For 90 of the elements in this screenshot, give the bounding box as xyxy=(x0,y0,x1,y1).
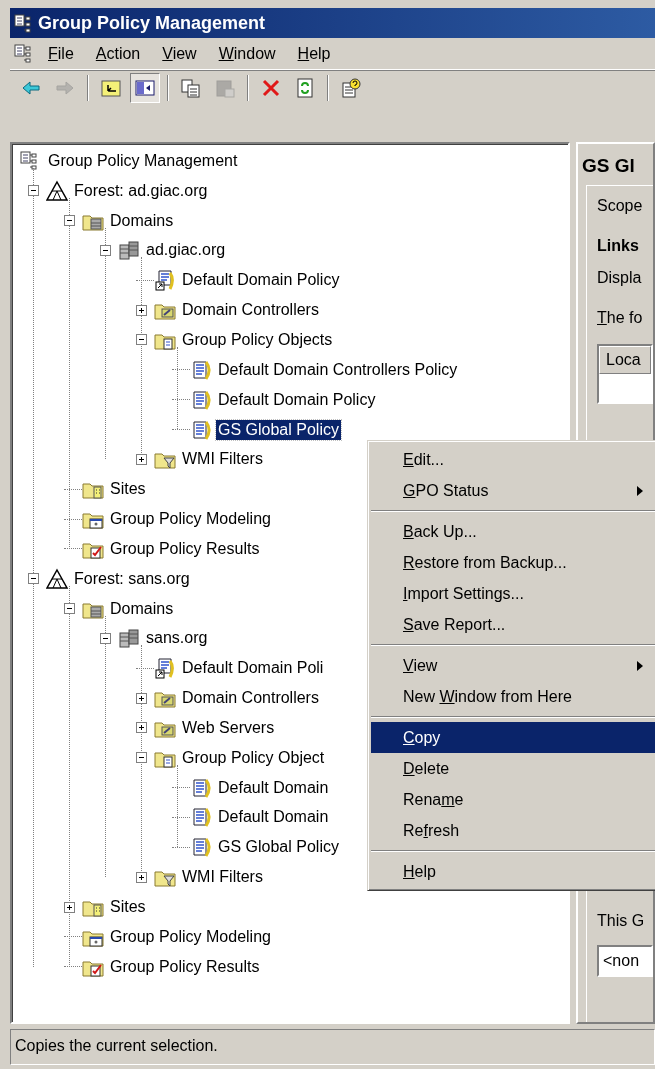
expand-toggle[interactable] xyxy=(136,722,147,734)
console-tree-icon xyxy=(14,42,34,65)
menu-item[interactable]: Edit... xyxy=(371,444,655,475)
copy-icon xyxy=(180,76,202,99)
menu-item[interactable]: Action xyxy=(87,39,149,68)
menu-item[interactable]: GPO Status xyxy=(371,475,655,506)
menu-item[interactable]: Copy xyxy=(371,722,655,753)
tree-item[interactable]: GS Global Policy xyxy=(216,419,341,440)
expand-toggle[interactable] xyxy=(100,244,111,256)
menu-item[interactable]: Refresh xyxy=(371,815,655,846)
expand-toggle[interactable] xyxy=(136,453,147,465)
tree-item[interactable]: Domains xyxy=(108,598,176,619)
server-icon xyxy=(118,239,140,262)
expand-toggle[interactable] xyxy=(136,334,147,346)
tree-item[interactable]: Group Policy Modeling xyxy=(108,509,273,530)
toolbar-button[interactable] xyxy=(130,72,160,103)
list-label: The fo xyxy=(597,307,644,328)
tree-item[interactable]: Default Domain Policy xyxy=(216,389,378,410)
menu-item[interactable]: Restore from Backup... xyxy=(371,547,655,578)
tree-item[interactable]: Default Domain Policy xyxy=(180,270,342,291)
tree-item[interactable]: Web Servers xyxy=(180,717,277,738)
menu-item[interactable]: Import Settings... xyxy=(371,578,655,609)
scroll-icon xyxy=(190,806,212,829)
menu-item[interactable]: File xyxy=(40,39,82,68)
tree-item[interactable]: ad.giac.org xyxy=(144,240,228,261)
field-label: This G xyxy=(597,910,646,931)
tree-item[interactable]: Domain Controllers xyxy=(180,300,321,321)
submenu-arrow-icon xyxy=(637,660,643,671)
console-tree-icon xyxy=(14,13,34,33)
tree-item[interactable]: Domains xyxy=(108,210,176,231)
refresh-icon xyxy=(294,76,316,99)
section-heading: Links xyxy=(597,235,640,256)
tree-item[interactable]: Sites xyxy=(108,479,148,500)
tree-item[interactable]: Domain Controllers xyxy=(180,688,321,709)
expand-toggle[interactable] xyxy=(100,632,111,644)
tree-item[interactable]: Group Policy Results xyxy=(108,956,262,977)
triangle-icon xyxy=(46,567,68,590)
tree-item[interactable]: Default Domain xyxy=(216,777,331,798)
dropdown-field[interactable]: <non xyxy=(597,944,653,977)
expand-toggle[interactable] xyxy=(136,304,147,316)
expand-toggle[interactable] xyxy=(28,185,39,197)
tree-item[interactable]: Default Domain xyxy=(216,807,331,828)
menu-item[interactable]: Window xyxy=(210,39,284,68)
pane-title: GS Gl xyxy=(582,154,636,178)
menu-item[interactable]: Delete xyxy=(371,753,655,784)
tree-item[interactable]: Group Policy Modeling xyxy=(108,926,273,947)
tree-item[interactable]: Group Policy Objects xyxy=(180,330,335,350)
expand-toggle[interactable] xyxy=(64,603,75,615)
tree-item[interactable]: Group Policy Object xyxy=(180,747,327,768)
expand-toggle[interactable] xyxy=(64,215,75,227)
tree-item[interactable]: WMI Filters xyxy=(180,867,265,888)
description-text: Displa xyxy=(597,267,643,288)
menu-item[interactable]: Save Report... xyxy=(371,609,655,640)
menu-item[interactable]: Back Up... xyxy=(371,516,655,547)
scroll-icon xyxy=(190,418,212,441)
tree-item[interactable]: sans.org xyxy=(144,628,210,649)
expand-toggle[interactable] xyxy=(136,692,147,704)
status-bar: Copies the current selection. xyxy=(10,1029,655,1065)
submenu-arrow-icon xyxy=(637,485,643,496)
tree-item[interactable]: Forest: ad.giac.org xyxy=(72,180,210,201)
scroll-icon xyxy=(190,388,212,411)
expand-toggle[interactable] xyxy=(28,573,39,585)
menu-item[interactable]: New Window from Here xyxy=(371,681,655,712)
column-header[interactable]: Loca xyxy=(599,345,651,374)
expand-toggle[interactable] xyxy=(136,871,147,883)
menu-item[interactable]: Rename xyxy=(371,784,655,815)
window-title: Group Policy Management xyxy=(38,11,266,35)
triangle-icon xyxy=(46,179,68,202)
expand-toggle[interactable] xyxy=(64,901,75,913)
scroll-icon xyxy=(190,358,212,381)
tree-item[interactable]: Group Policy Results xyxy=(108,538,262,559)
scroll-icon xyxy=(154,269,176,292)
scroll-icon xyxy=(154,657,176,680)
server-icon xyxy=(118,627,140,650)
help-icon xyxy=(340,76,362,99)
menu-item[interactable]: View xyxy=(154,39,205,68)
menu-item[interactable]: View xyxy=(371,650,655,681)
menu-item[interactable]: Help xyxy=(371,856,655,887)
tree-item[interactable]: WMI Filters xyxy=(180,449,265,470)
tree-item[interactable]: Forest: sans.org xyxy=(72,568,192,589)
menu-item[interactable]: Help xyxy=(289,39,339,68)
scroll-icon xyxy=(190,836,212,859)
tree-item[interactable]: Group Policy Management xyxy=(46,150,240,171)
tree-item[interactable]: Default Domain Controllers Policy xyxy=(216,359,460,380)
tree-item[interactable]: Sites xyxy=(108,897,148,917)
tab[interactable]: Scope xyxy=(597,193,653,218)
tree-item[interactable]: GS Global Policy xyxy=(216,837,341,858)
expand-toggle[interactable] xyxy=(136,752,147,764)
scroll-icon xyxy=(190,776,212,799)
tree-item[interactable]: Default Domain Poli xyxy=(180,658,326,679)
